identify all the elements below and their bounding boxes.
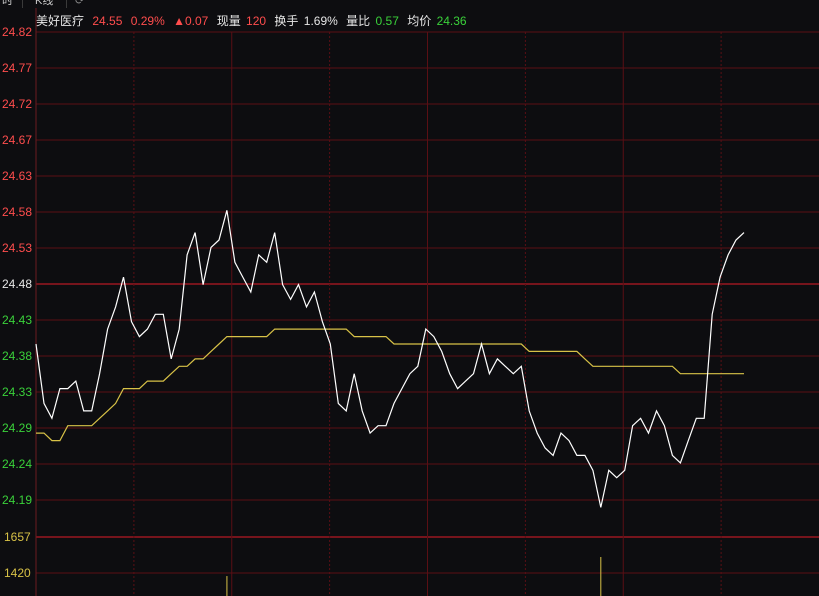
price-tick-label: 24.29 — [2, 421, 32, 435]
volume-bars — [226, 557, 602, 596]
price-tick-label: 24.77 — [2, 61, 32, 75]
price-tick-label: 24.19 — [2, 493, 32, 507]
price-axis-labels: 24.82 24.77 24.72 24.67 24.63 24.58 24.53 24.48… — [2, 25, 32, 507]
price-tick-label: 24.38 — [2, 349, 32, 363]
price-tick-label: 24.48 — [2, 277, 32, 291]
price-tick-label: 24.72 — [2, 97, 32, 111]
price-tick-label: 24.24 — [2, 457, 32, 471]
volume-tick-label: 1657 — [4, 530, 31, 544]
price-tick-label: 24.33 — [2, 385, 32, 399]
volume-tick-label: 1420 — [4, 566, 31, 580]
average-price-line — [36, 328, 744, 442]
price-tick-label: 24.63 — [2, 169, 32, 183]
volume-axis-labels: 1657 1420 — [4, 530, 31, 580]
price-tick-label: 24.53 — [2, 241, 32, 255]
price-tick-label: 24.82 — [2, 25, 32, 39]
intraday-chart[interactable]: 24.82 24.77 24.72 24.67 24.63 24.58 24.53 24.48… — [0, 0, 819, 596]
price-line — [35, 210, 745, 508]
price-tick-label: 24.43 — [2, 313, 32, 327]
grid-lines — [36, 31, 819, 596]
price-tick-label: 24.58 — [2, 205, 32, 219]
price-tick-label: 24.67 — [2, 133, 32, 147]
